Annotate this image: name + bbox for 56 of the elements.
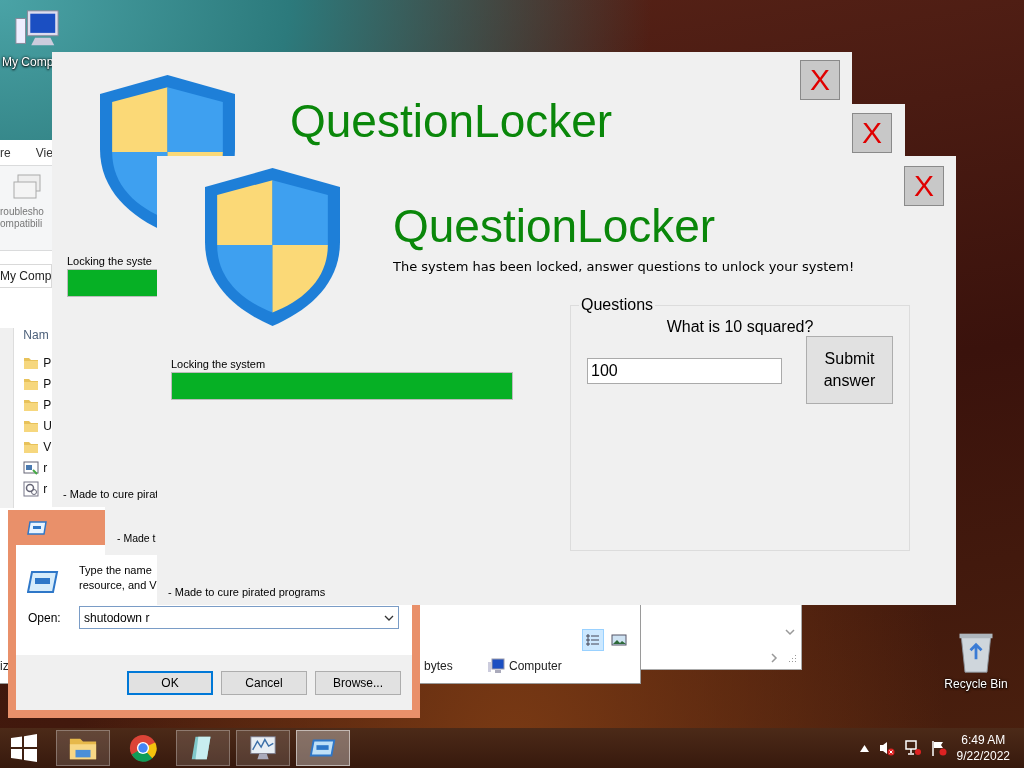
progress-label: Locking the system xyxy=(171,358,267,370)
group-title: Questions xyxy=(580,296,655,314)
shield-icon xyxy=(205,168,340,326)
column-header[interactable]: Nam xyxy=(23,328,52,352)
details-view-icon xyxy=(585,632,601,648)
view-button[interactable] xyxy=(582,629,604,651)
file-name[interactable]: P xyxy=(43,376,52,391)
footer-text: - Made t xyxy=(117,532,156,544)
footer-text: - Made to cure pirat xyxy=(63,488,160,500)
windows-logo-icon[interactable] xyxy=(10,734,38,762)
file-name[interactable]: r xyxy=(43,460,48,475)
file-name[interactable]: P xyxy=(43,355,52,370)
app-title: QuestionLocker xyxy=(290,96,613,146)
lock-message: The system has been locked, answer questions to unlock your system! xyxy=(393,259,856,274)
submit-button[interactable]: Submit answer xyxy=(806,336,893,404)
chevron-right-icon[interactable] xyxy=(769,653,779,663)
tricolor-circle-icon xyxy=(128,733,158,763)
dialog-button[interactable]: OK xyxy=(127,670,213,695)
command-field[interactable]: shutodown r xyxy=(79,606,399,629)
answer-field[interactable]: 100 xyxy=(587,358,782,384)
chevron-down-icon[interactable] xyxy=(785,627,795,637)
dialog-button[interactable]: Browse... xyxy=(315,670,401,695)
taskbar-button[interactable] xyxy=(236,730,290,766)
taskbar-button[interactable] xyxy=(176,730,230,766)
progress-label: Locking the syste xyxy=(67,255,153,267)
gear-file-icon xyxy=(23,480,40,497)
window-stack-icon xyxy=(12,174,42,200)
flag-icon[interactable] xyxy=(930,740,947,756)
ribbon-tab[interactable]: Vie xyxy=(35,145,53,160)
file-name[interactable]: r xyxy=(43,481,48,496)
caret-down-icon[interactable] xyxy=(384,613,394,622)
network-icon[interactable] xyxy=(904,740,921,756)
caret-up-icon[interactable] xyxy=(859,744,869,752)
ribbon-tab[interactable]: re xyxy=(0,145,11,160)
app-title: QuestionLocker xyxy=(393,201,717,251)
resize-grip-icon[interactable] xyxy=(787,653,797,663)
desktop-icon-label[interactable]: Recycle Bin xyxy=(944,677,1008,691)
window-icon xyxy=(27,569,59,595)
footer-text: - Made to cure pirated programs xyxy=(168,586,327,598)
status-text: bytes xyxy=(424,659,454,673)
file-name[interactable]: V xyxy=(43,439,52,454)
status-text: iz xyxy=(0,659,10,673)
file-name[interactable]: P xyxy=(43,397,52,412)
clock[interactable]: 6:49 AM 9/22/2022 xyxy=(956,732,1010,764)
picture-view-icon xyxy=(611,632,627,648)
prompt-text: Type the name resource, and V xyxy=(79,563,157,593)
file-name[interactable]: U xyxy=(43,418,52,433)
open-label: Open: xyxy=(28,610,62,625)
status-text: Computer xyxy=(509,659,562,673)
window-icon xyxy=(26,519,48,536)
dialog-button[interactable]: Cancel xyxy=(221,670,307,695)
taskbar-button[interactable] xyxy=(56,730,110,766)
program-icon xyxy=(23,459,40,476)
question-text: What is 10 squared? xyxy=(665,318,815,336)
computer-icon xyxy=(487,658,505,674)
muted-speaker-icon[interactable] xyxy=(878,740,895,756)
